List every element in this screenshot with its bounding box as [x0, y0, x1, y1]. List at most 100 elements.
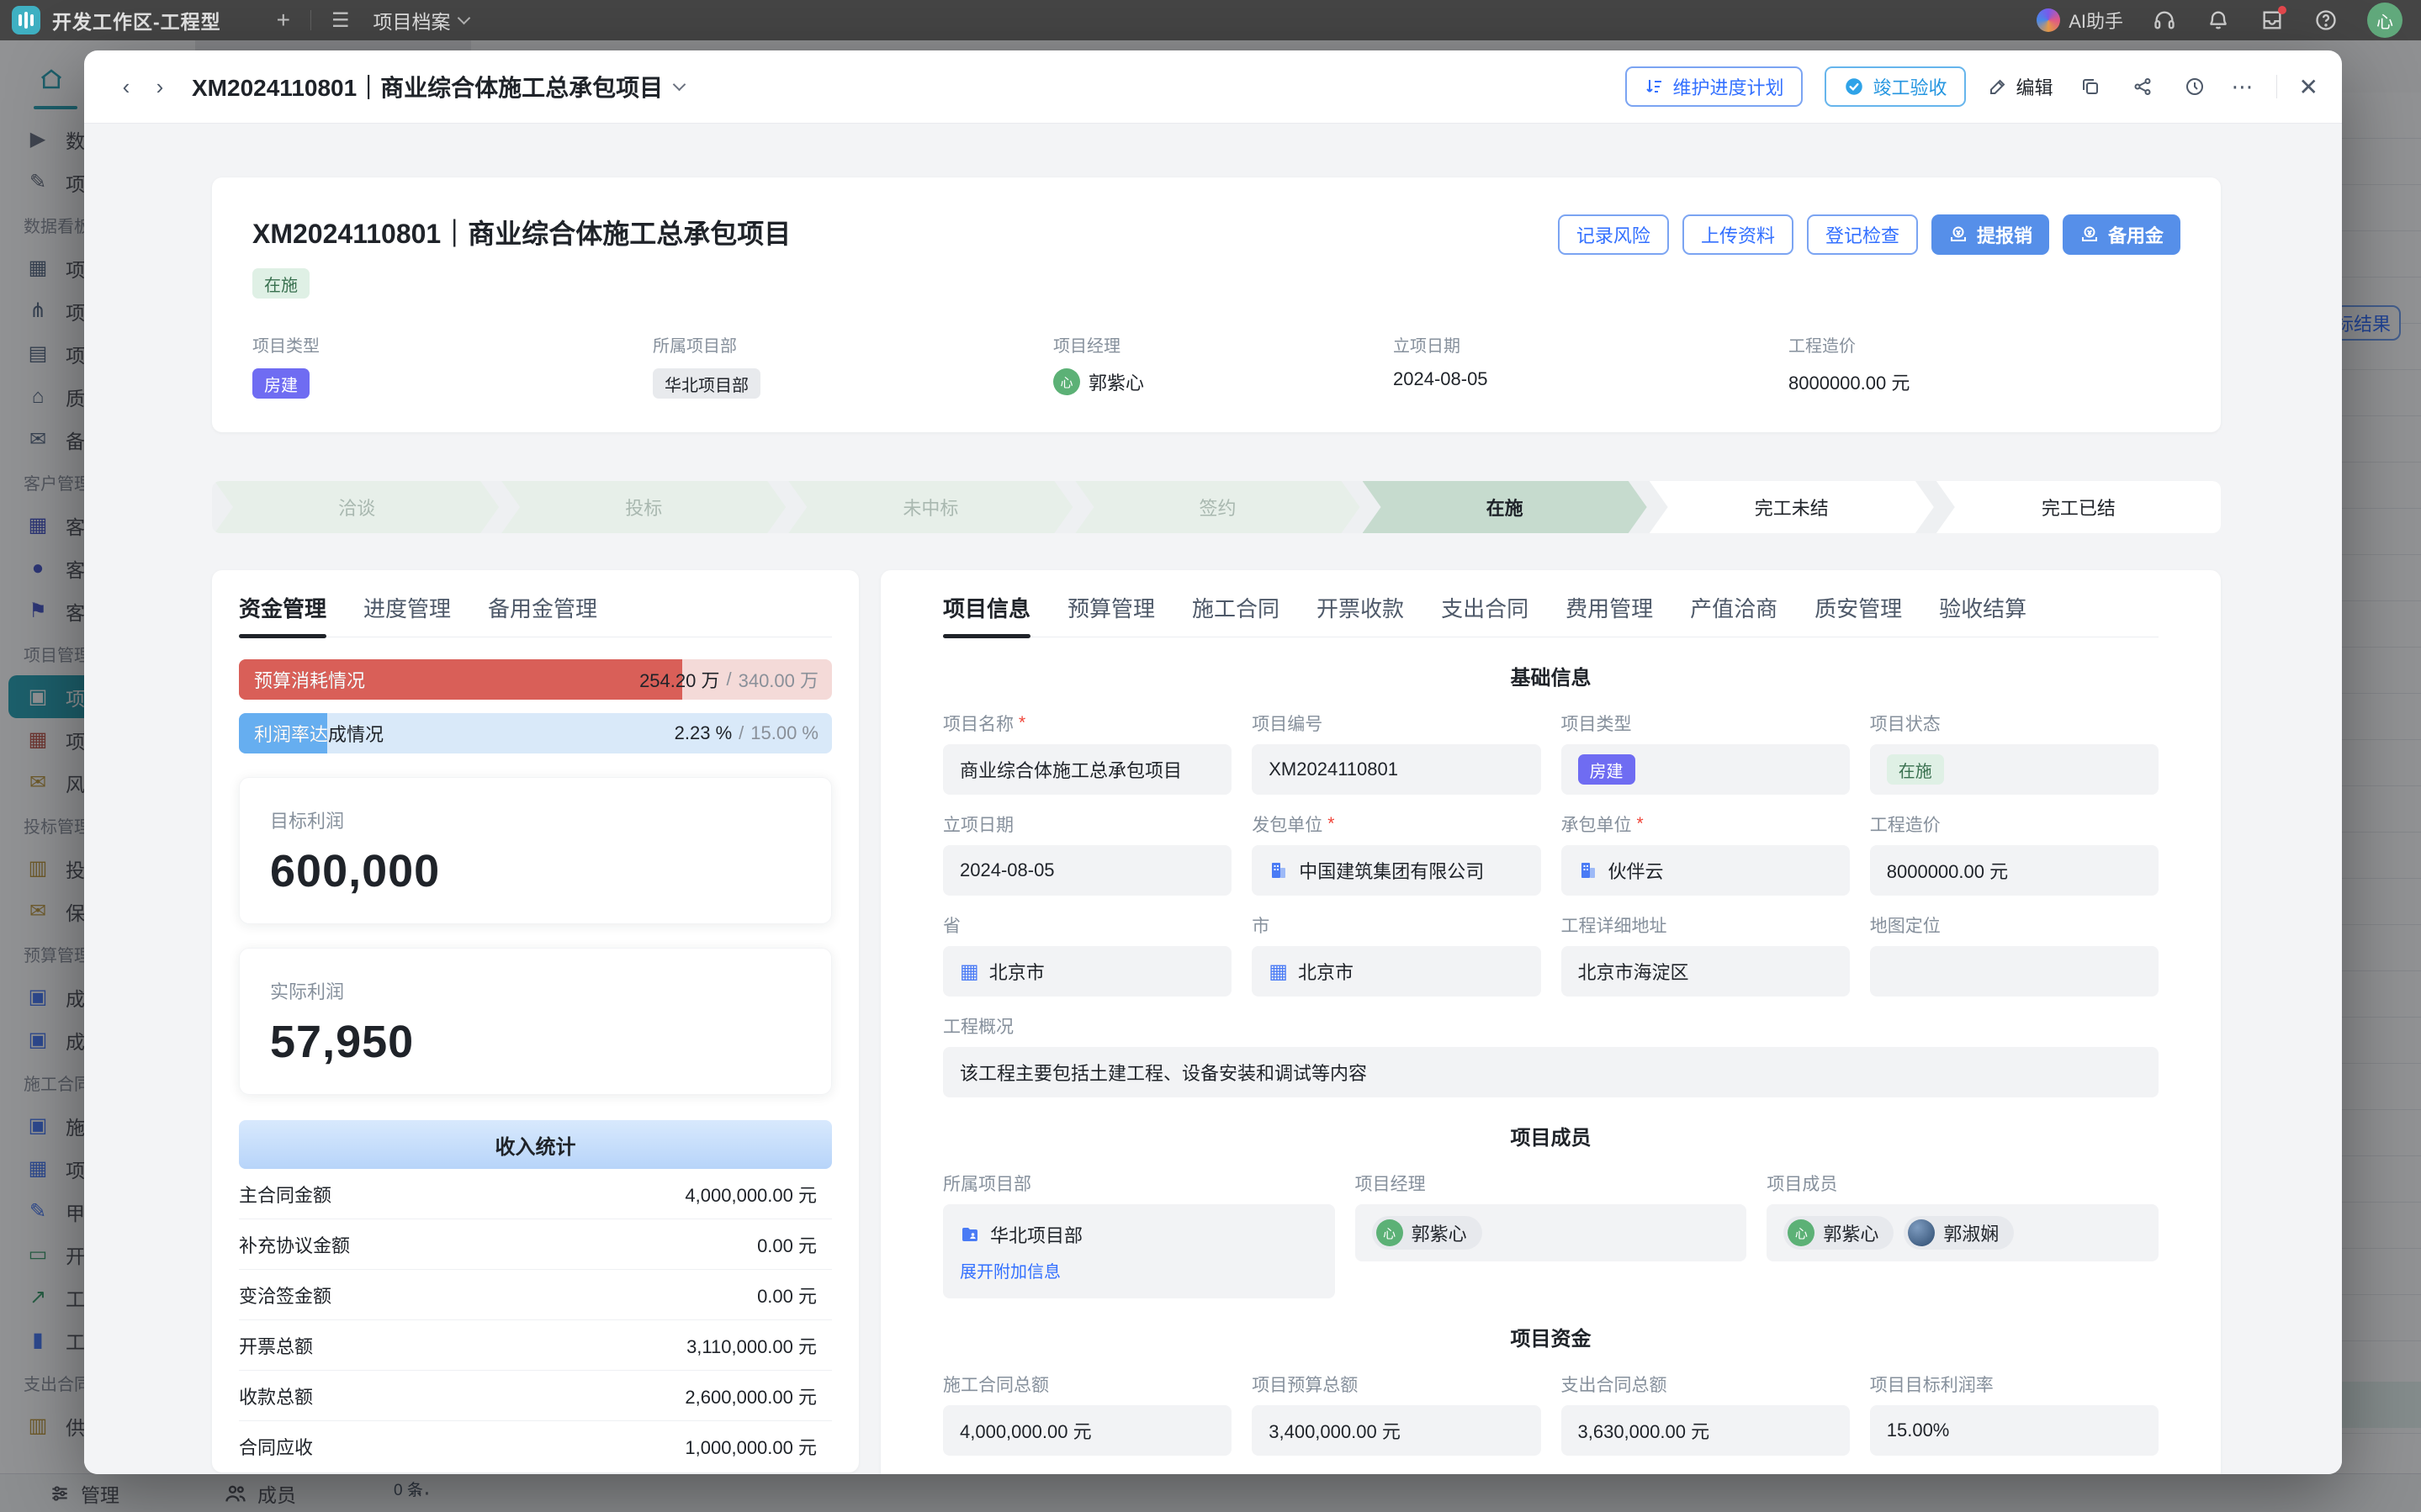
submit-expense-label: 提报销 — [1977, 221, 2032, 248]
owner-company-field[interactable]: 中国建筑集团有限公司 — [1252, 845, 1540, 896]
manager-avatar: 心 — [1053, 368, 1080, 395]
field-label: 项目经理 — [1355, 1171, 1747, 1196]
members-field[interactable]: 心 郭紫心 郭淑娴 — [1767, 1204, 2159, 1261]
section-members: 项目成员 — [943, 1121, 2159, 1150]
income-row-value: 4,000,000.00 元 — [670, 1177, 832, 1211]
info-tab[interactable]: 产值洽商 — [1690, 592, 1777, 637]
add-tab-button[interactable]: + — [277, 7, 290, 34]
city-field[interactable]: ▦ 北京市 — [1252, 946, 1540, 997]
finance-tab[interactable]: 进度管理 — [363, 592, 451, 637]
share-icon[interactable] — [2127, 71, 2158, 102]
headset-icon[interactable] — [2152, 8, 2177, 33]
prev-record-button[interactable]: ‹ — [109, 70, 143, 103]
fund-field[interactable]: 3,630,000.00 元 — [1561, 1405, 1850, 1456]
project-code-field[interactable]: XM2024110801 — [1252, 744, 1540, 795]
project-cost-field[interactable]: 8000000.00 元 — [1870, 845, 2159, 896]
address-field[interactable]: 北京市海淀区 — [1561, 946, 1850, 997]
help-icon[interactable] — [2313, 8, 2339, 33]
user-avatar[interactable]: 心 — [2367, 3, 2402, 38]
screen: 开发工作区-工程型 + ☰ 项目档案 AI助手 — [0, 0, 2421, 1512]
info-tab-label: 费用管理 — [1565, 596, 1653, 621]
fund-field[interactable]: 4,000,000.00 元 — [943, 1405, 1232, 1456]
map-location-field[interactable] — [1870, 946, 2159, 997]
info-tab[interactable]: 验收结算 — [1939, 592, 2026, 637]
stage-step-label: 完工未结 — [1755, 494, 1829, 521]
contractor-field[interactable]: 伙伴云 — [1561, 845, 1850, 896]
summary-fields: 项目类型 房建 所属项目部 华北项目部 项目经理 心 郭紫心 — [252, 332, 2180, 399]
petty-cash-button[interactable]: 备用金 — [2063, 214, 2180, 255]
dept-field[interactable]: 华北项目部 展开附加信息 — [943, 1204, 1335, 1298]
more-actions-button[interactable]: ⋯ — [2232, 74, 2254, 100]
required-asterisk: * — [1327, 814, 1334, 834]
edit-button[interactable]: 编辑 — [1988, 73, 2053, 100]
title-chevron-icon[interactable] — [673, 77, 686, 91]
expand-extra-info-link[interactable]: 展开附加信息 — [960, 1258, 1061, 1282]
fund-field[interactable]: 15.00% — [1870, 1405, 2159, 1456]
notification-bell-icon[interactable] — [2206, 8, 2231, 33]
bar-separator: / — [739, 722, 744, 744]
notification-dot — [2278, 6, 2286, 14]
register-inspection-button[interactable]: 登记检查 — [1807, 214, 1918, 255]
stage-step[interactable]: 未中标 — [788, 481, 1073, 533]
stage-step[interactable]: 完工已结 — [1936, 481, 2221, 533]
info-tab-label: 验收结算 — [1939, 596, 2026, 621]
inbox-icon[interactable] — [2259, 8, 2285, 33]
history-icon[interactable] — [2180, 71, 2210, 102]
info-tab[interactable]: 预算管理 — [1067, 592, 1155, 637]
stage-step[interactable]: 洽谈 — [215, 481, 499, 533]
province-field[interactable]: ▦ 北京市 — [943, 946, 1232, 997]
nav-tab-project-archive[interactable]: 项目档案 — [373, 6, 469, 34]
finance-tab[interactable]: 资金管理 — [239, 592, 326, 637]
app-logo-icon[interactable] — [12, 6, 40, 34]
chevron-down-icon — [457, 11, 470, 24]
info-tab[interactable]: 项目信息 — [943, 592, 1030, 637]
maintain-schedule-button[interactable]: 维护进度计划 — [1625, 66, 1802, 107]
stage-step[interactable]: 签约 — [1075, 481, 1359, 533]
info-tab[interactable]: 开票收款 — [1316, 592, 1404, 637]
next-record-button[interactable]: › — [143, 70, 177, 103]
copy-icon[interactable] — [2075, 71, 2106, 102]
income-row-label: 补充协议金额 — [239, 1231, 350, 1258]
dept-name: 华北项目部 — [990, 1221, 1083, 1248]
income-row: 变洽签金额 0.00 元 — [239, 1270, 832, 1320]
field-label: 项目实际利润率 — [1870, 1472, 2159, 1474]
project-status-field[interactable]: 在施 — [1870, 744, 2159, 795]
stage-step[interactable]: 在施 — [1363, 481, 1647, 533]
completion-acceptance-button[interactable]: 竣工验收 — [1825, 66, 1966, 107]
field-label: 立项日期 — [943, 812, 1232, 837]
required-asterisk: * — [1637, 814, 1644, 834]
info-tab[interactable]: 施工合同 — [1192, 592, 1279, 637]
upload-docs-button[interactable]: 上传资料 — [1682, 214, 1793, 255]
record-risk-button[interactable]: 记录风险 — [1558, 214, 1669, 255]
project-type-field[interactable]: 房建 — [1561, 744, 1850, 795]
start-date-field[interactable]: 2024-08-05 — [943, 845, 1232, 896]
income-stats-header[interactable]: 收入统计 — [239, 1120, 832, 1169]
bar-label-light: 预算消耗情况 — [254, 659, 365, 700]
info-tabs: 项目信息 预算管理 施工合同 开票收款 支出合同 费用管理 — [943, 592, 2159, 637]
fund-field[interactable]: 3,400,000.00 元 — [1252, 1405, 1540, 1456]
project-overview-field[interactable]: 该工程主要包括土建工程、设备安装和调试等内容 — [943, 1047, 2159, 1097]
stage-step[interactable]: 完工未结 — [1650, 481, 1934, 533]
field-label: 承包单位 — [1561, 812, 1632, 837]
target-profit-card: 目标利润 600,000 — [239, 777, 832, 924]
project-name-field[interactable]: 商业综合体施工总承包项目 — [943, 744, 1232, 795]
field-label: 所属项目部 — [653, 332, 1053, 357]
ai-assistant-button[interactable]: AI助手 — [2037, 7, 2123, 34]
info-tab[interactable]: 费用管理 — [1565, 592, 1653, 637]
member-pill: 郭淑娴 — [1904, 1216, 2014, 1250]
manager-field[interactable]: 心 郭紫心 — [1355, 1204, 1747, 1261]
modal-header: ‹ › XM2024110801｜商业综合体施工总承包项目 维护进度计划 竣工验… — [84, 50, 2342, 124]
info-tab[interactable]: 支出合同 — [1441, 592, 1528, 637]
field-label: 项目编号 — [1252, 711, 1540, 736]
submit-expense-button[interactable]: 提报销 — [1931, 214, 2049, 255]
status-row: 在施 — [252, 268, 2180, 299]
bar-total-value: 340.00 万 — [739, 666, 818, 693]
finance-tab[interactable]: 备用金管理 — [488, 592, 597, 637]
stage-step[interactable]: 投标 — [501, 481, 786, 533]
menu-icon[interactable]: ☰ — [331, 8, 350, 33]
header-divider — [2276, 75, 2277, 98]
close-icon[interactable]: ✕ — [2299, 73, 2318, 101]
info-tab[interactable]: 质安管理 — [1814, 592, 1902, 637]
field-label: 项目状态 — [1870, 711, 2159, 736]
field-label: 工程详细地址 — [1561, 912, 1850, 938]
